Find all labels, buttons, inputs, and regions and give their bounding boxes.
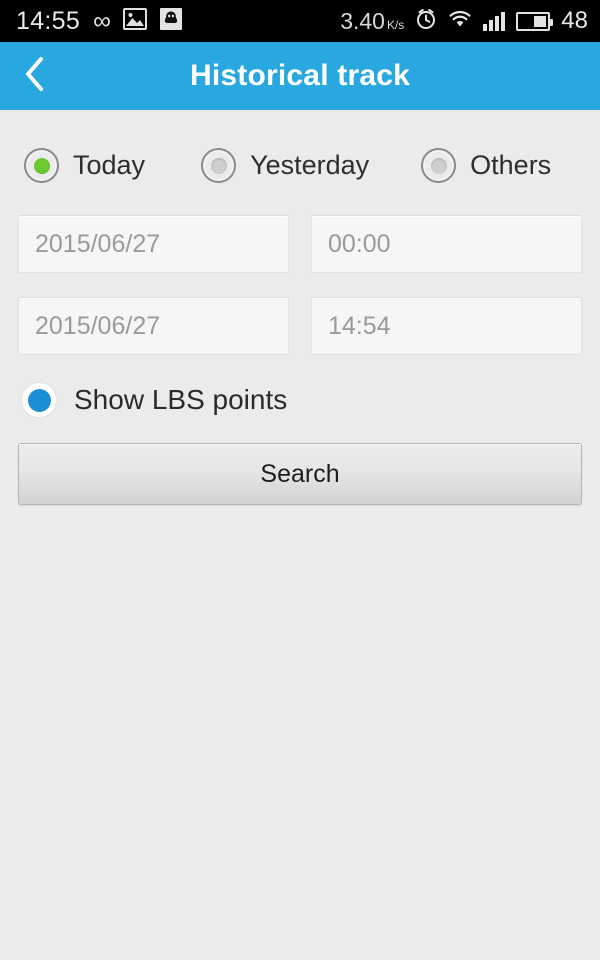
qq-penguin-icon <box>159 7 182 35</box>
show-lbs-points-checkbox[interactable]: Show LBS points <box>22 383 582 417</box>
back-button[interactable] <box>0 42 70 110</box>
network-speed-unit: K/s <box>386 17 405 32</box>
alarm-clock-icon <box>415 8 437 35</box>
radio-others-label: Others <box>470 150 552 180</box>
end-date-value: 2015/06/27 <box>35 311 161 340</box>
radio-yesterday-indicator <box>201 148 237 183</box>
radio-yesterday-label: Yesterday <box>250 150 370 180</box>
lbs-checkbox-indicator <box>22 383 56 417</box>
start-datetime-row: 2015/06/27 00:00 <box>18 215 582 273</box>
chevron-left-icon <box>22 54 48 99</box>
wifi-icon <box>448 9 472 34</box>
start-date-field[interactable]: 2015/06/27 <box>18 215 289 273</box>
network-speed-value: 3.40 <box>340 7 385 34</box>
search-button-label: Search <box>260 459 340 488</box>
start-time-field[interactable]: 00:00 <box>311 215 582 273</box>
radio-others-indicator <box>421 148 457 183</box>
status-clock: 14:55 <box>16 6 81 35</box>
battery-icon <box>516 11 554 31</box>
gallery-icon <box>122 7 147 35</box>
search-button[interactable]: Search <box>18 443 582 505</box>
start-time-value: 00:00 <box>328 229 391 258</box>
range-radio-group: Today Yesterday Others <box>18 110 582 191</box>
radio-option-yesterday[interactable]: Yesterday <box>201 148 369 183</box>
end-time-value: 14:54 <box>328 311 391 340</box>
page-title: Historical track <box>190 59 410 92</box>
end-time-field[interactable]: 14:54 <box>311 297 582 355</box>
lbs-checkbox-label: Show LBS points <box>74 384 288 415</box>
radio-today-label: Today <box>73 150 146 180</box>
status-bar-right: 3.40 K/s 48 <box>340 8 588 35</box>
app-screen: 14:55 ∞ 3.40 K/s 48 Historical track Tod… <box>0 0 600 960</box>
start-date-value: 2015/06/27 <box>35 229 161 258</box>
status-bar: 14:55 ∞ 3.40 K/s 48 <box>0 0 600 42</box>
status-bar-left: 14:55 ∞ <box>16 6 182 35</box>
radio-option-today[interactable]: Today <box>24 148 145 183</box>
app-header: Historical track <box>0 42 600 110</box>
infinity-icon: ∞ <box>93 6 111 35</box>
main-content: Today Yesterday Others 2015/06/27 00:00 <box>0 110 600 960</box>
network-speed: 3.40 K/s <box>340 7 405 34</box>
radio-today-indicator <box>24 148 59 183</box>
end-datetime-row: 2015/06/27 14:54 <box>18 297 582 355</box>
battery-level: 48 <box>561 7 588 34</box>
radio-option-others[interactable]: Others <box>421 148 551 183</box>
signal-bars-icon <box>483 11 506 31</box>
end-date-field[interactable]: 2015/06/27 <box>18 297 289 355</box>
